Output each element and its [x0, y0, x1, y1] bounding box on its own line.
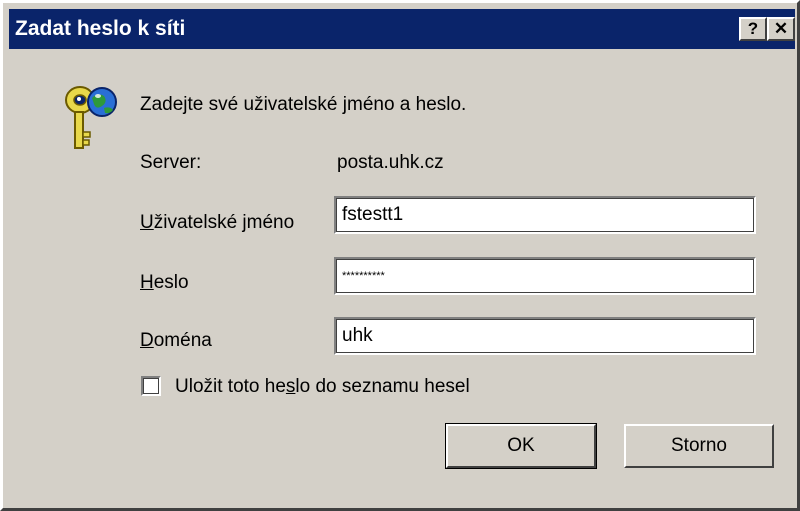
password-input[interactable]	[334, 257, 756, 295]
domain-label: Doména	[140, 330, 212, 352]
domain-label-text: oména	[153, 330, 212, 351]
username-label-hotkey: U	[140, 212, 154, 233]
password-label-hotkey: H	[140, 272, 154, 293]
cancel-button[interactable]: Storno	[624, 424, 774, 468]
username-label: Uživatelské jméno	[140, 212, 294, 234]
ok-button[interactable]: OK	[445, 423, 597, 469]
save-password-label-pre: Uložit toto he	[175, 376, 286, 397]
server-label: Server:	[140, 152, 202, 173]
username-input[interactable]	[334, 196, 756, 234]
save-password-label-post: lo do seznamu hesel	[295, 376, 470, 397]
save-password-label-hotkey: s	[285, 376, 296, 397]
help-button[interactable]: ?	[739, 17, 767, 41]
close-icon: ✕	[773, 19, 789, 38]
username-label-text: živatelské jméno	[153, 212, 295, 233]
domain-input[interactable]	[334, 317, 756, 355]
prompt-text: Zadejte své uživatelské jméno a heslo.	[140, 94, 467, 115]
save-password-label[interactable]: Uložit toto heslo do seznamu hesel	[175, 376, 470, 398]
password-label-text: eslo	[153, 272, 189, 293]
password-label: Heslo	[140, 272, 189, 294]
title-bar[interactable]: Zadat heslo k síti ? ✕	[9, 9, 795, 49]
save-password-checkbox[interactable]	[141, 376, 161, 396]
keys-and-globe-icon	[65, 86, 117, 149]
domain-label-hotkey: D	[140, 330, 154, 351]
window-title: Zadat heslo k síti	[15, 17, 186, 40]
server-value: posta.uhk.cz	[337, 152, 444, 173]
close-button[interactable]: ✕	[767, 17, 795, 41]
